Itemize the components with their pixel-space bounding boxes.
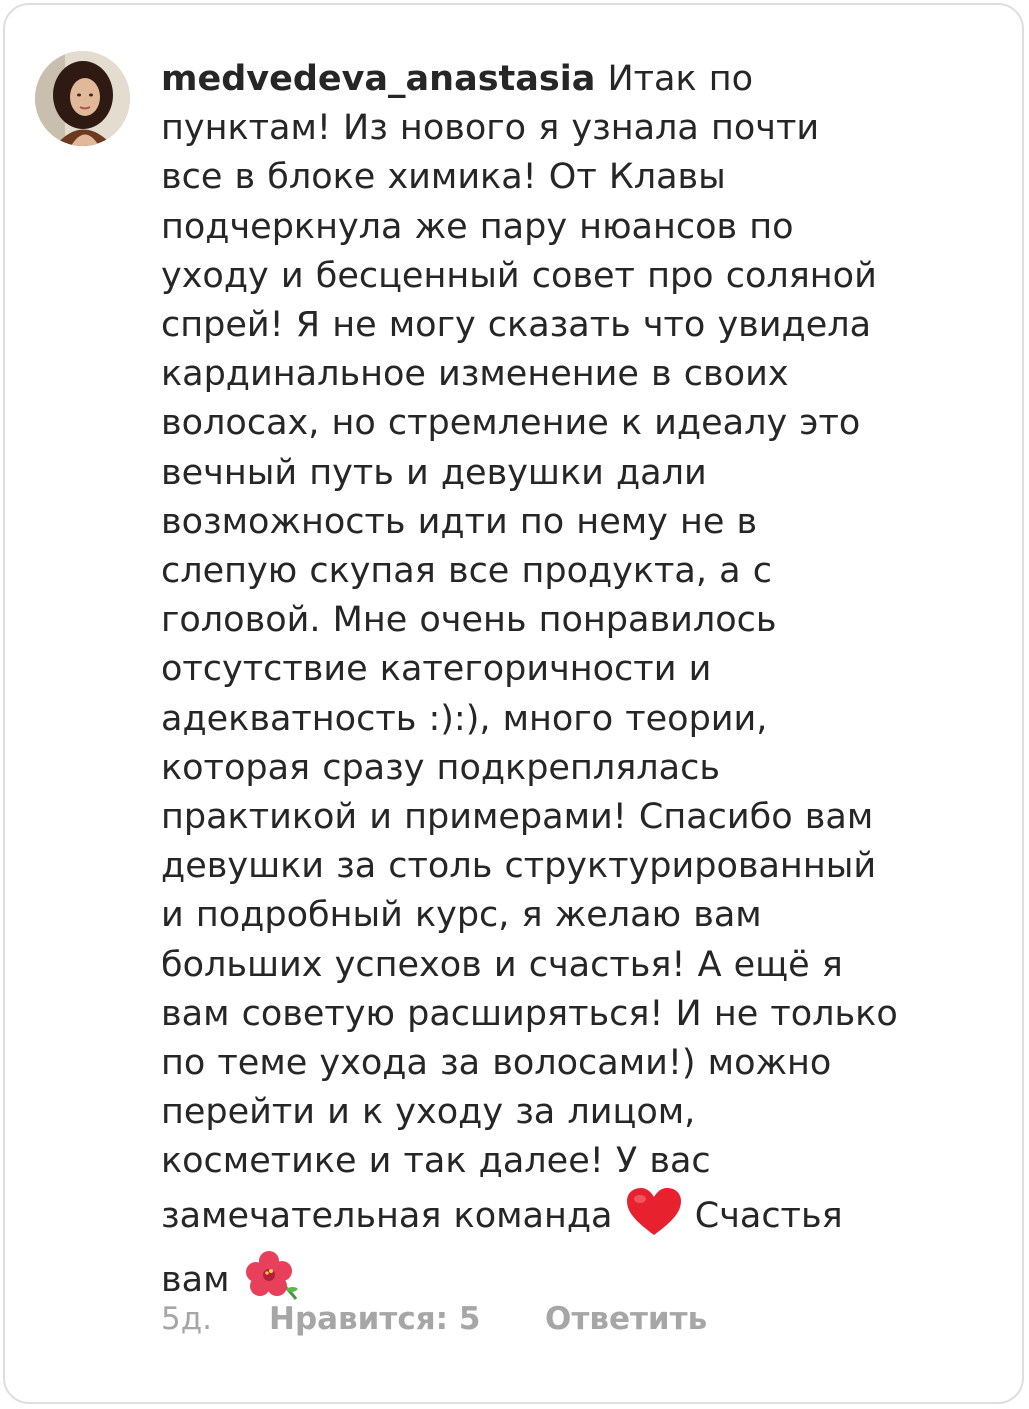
avatar-photo <box>35 51 130 146</box>
comment-body: medvedeva_anastasia Итак по пунктам! Из … <box>161 55 981 1315</box>
avatar[interactable] <box>35 51 130 146</box>
heart-icon <box>625 1187 683 1251</box>
reply-button[interactable]: Ответить <box>545 1301 707 1337</box>
comment-card: medvedeva_anastasia Итак по пунктам! Из … <box>3 3 1024 1404</box>
comment-likes[interactable]: Нравится: 5 <box>269 1301 480 1337</box>
comment-text: Итак по пунктам! Из нового я узнала почт… <box>161 59 898 1236</box>
comment-time[interactable]: 5д. <box>161 1301 212 1337</box>
comment-username[interactable]: medvedeva_anastasia <box>161 59 595 99</box>
